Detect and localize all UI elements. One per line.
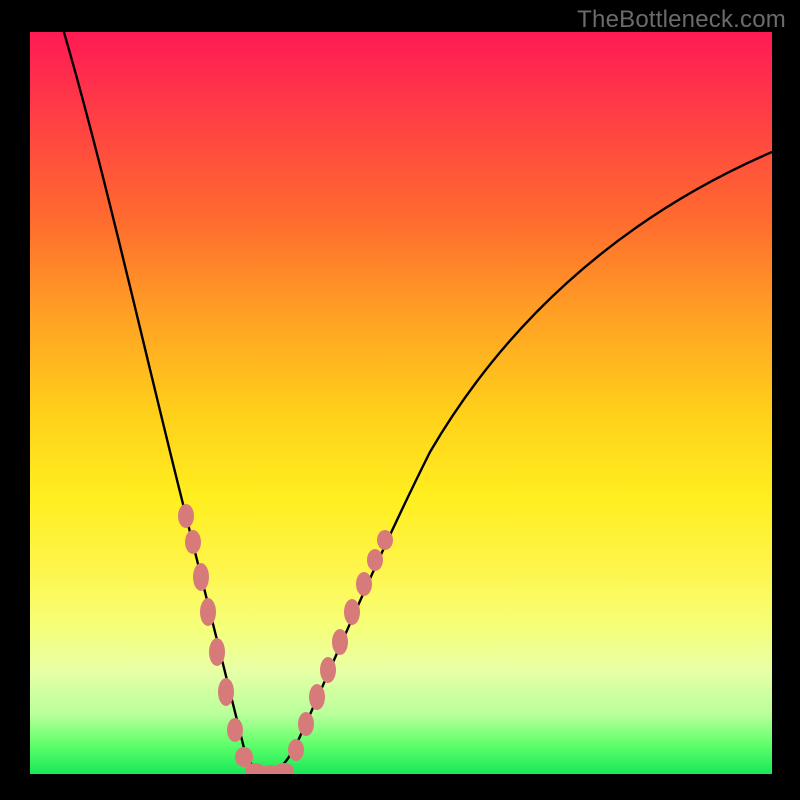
chart-frame: TheBottleneck.com bbox=[0, 0, 800, 800]
bottleneck-curve bbox=[58, 32, 772, 772]
highlight-dots-bottom bbox=[245, 763, 294, 774]
highlight-dots-right bbox=[288, 530, 393, 761]
attribution-label: TheBottleneck.com bbox=[577, 6, 786, 34]
plot-area bbox=[30, 32, 772, 774]
curve-layer bbox=[30, 32, 772, 774]
